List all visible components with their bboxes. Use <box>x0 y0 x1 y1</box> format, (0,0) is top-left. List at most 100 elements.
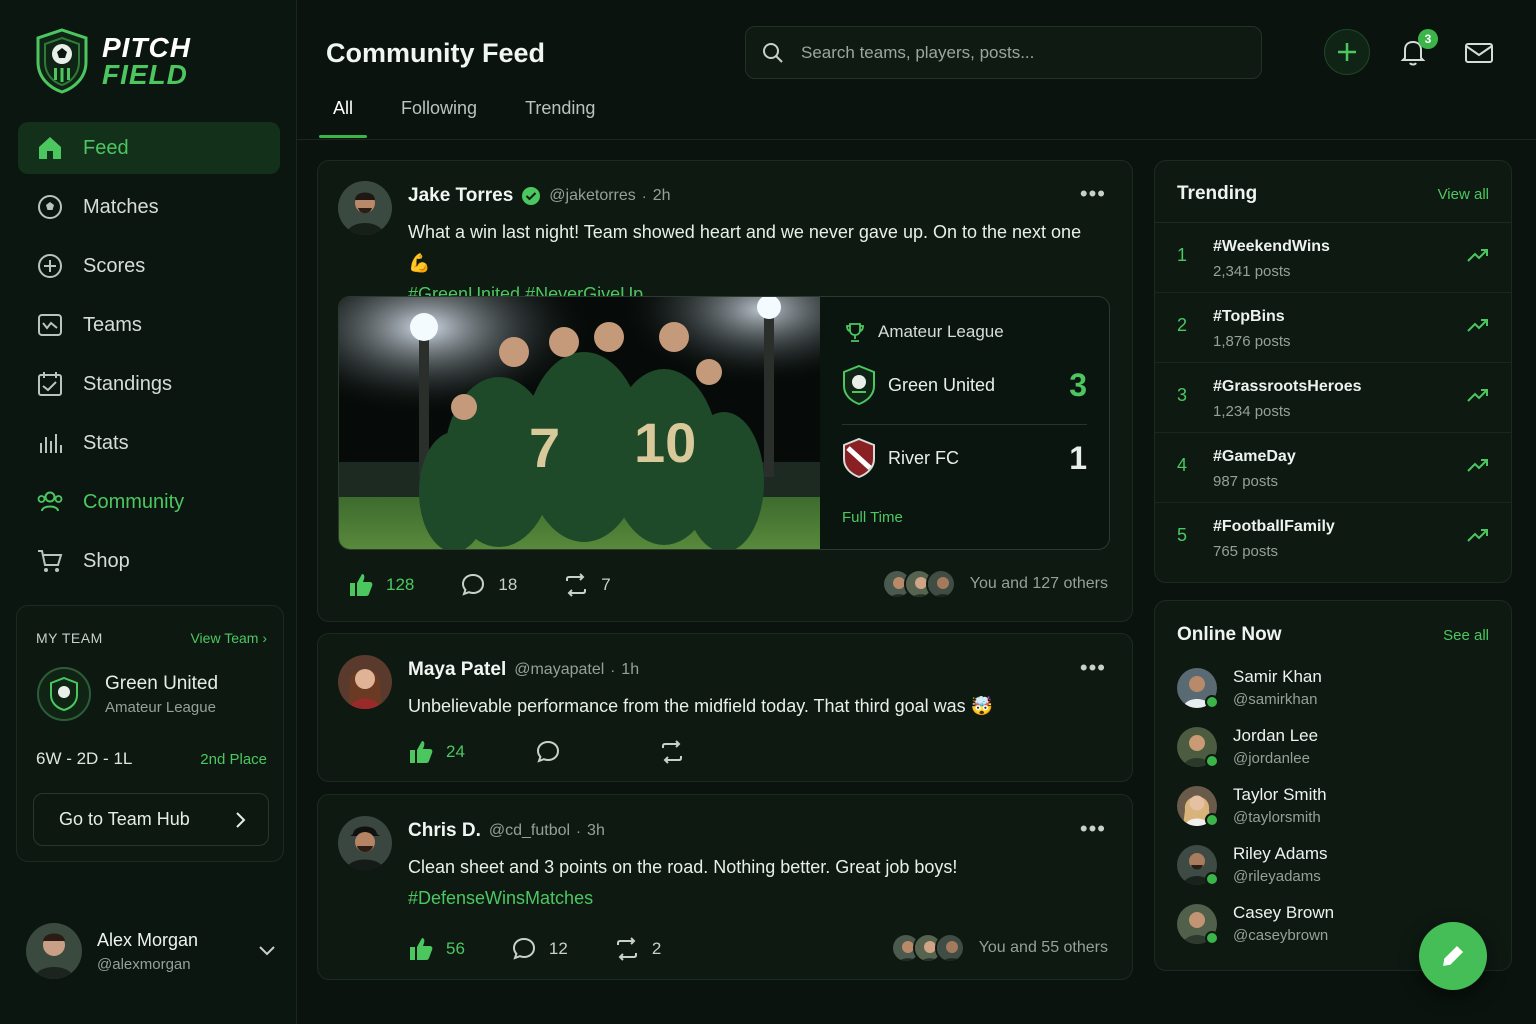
post-card: Maya Patel @mayapatel · 1h ••• Unbelieva… <box>317 633 1133 782</box>
post-author-avatar[interactable] <box>338 655 392 709</box>
post-hashtags[interactable]: #DefenseWinsMatches <box>408 883 1102 914</box>
trending-tag: #TopBins <box>1213 308 1285 325</box>
reactions-text: You and 127 others <box>969 575 1108 592</box>
trending-item[interactable]: 1 #WeekendWins 2,341 posts <box>1155 223 1511 293</box>
main-nav: Feed Matches Scores Teams Standings Stat… <box>18 122 280 594</box>
nav-item-community[interactable]: Community <box>18 476 280 528</box>
online-user[interactable]: Jordan Lee @jordanlee <box>1177 726 1319 768</box>
trending-item[interactable]: 4 #GameDay 987 posts <box>1155 433 1511 503</box>
search-icon <box>763 42 783 63</box>
trending-panel: Trending View all 1 #WeekendWins 2,341 p… <box>1154 160 1512 583</box>
trending-item[interactable]: 5 #FootballFamily 765 posts <box>1155 503 1511 573</box>
repost-button[interactable] <box>659 739 697 765</box>
team-hub-button[interactable]: Go to Team Hub <box>33 793 269 846</box>
reactions-summary[interactable]: You and 55 others <box>890 933 1108 963</box>
post-author-avatar[interactable] <box>338 816 392 870</box>
trending-view-all-link[interactable]: View all <box>1438 186 1489 203</box>
nav-item-feed[interactable]: Feed <box>18 122 280 174</box>
comment-button[interactable]: 12 <box>511 936 568 962</box>
post-author-handle: @mayapatel <box>514 661 605 678</box>
online-user-name: Jordan Lee <box>1233 726 1319 745</box>
tab-all[interactable]: All <box>319 92 368 138</box>
trending-item[interactable]: 3 #GrassrootsHeroes 1,234 posts <box>1155 363 1511 433</box>
nav-item-shop[interactable]: Shop <box>18 535 280 587</box>
shield-logo-icon <box>36 28 88 94</box>
comment-button[interactable]: 18 <box>460 572 517 598</box>
trending-count: 1,234 posts <box>1213 403 1291 420</box>
more-options-button[interactable]: ••• <box>1080 181 1106 207</box>
repost-icon <box>616 937 637 961</box>
compose-post-button[interactable] <box>1419 922 1487 990</box>
nav-label-shop: Shop <box>83 549 130 572</box>
page-title: Community Feed <box>326 38 546 68</box>
online-title: Online Now <box>1177 624 1282 645</box>
reactor-avatar <box>925 569 956 599</box>
user-handle: @alexmorgan <box>97 955 191 973</box>
search-input[interactable] <box>801 42 1241 63</box>
reactions-text: You and 55 others <box>978 939 1108 956</box>
search-bar[interactable] <box>745 26 1262 79</box>
team-hub-label: Go to Team Hub <box>59 809 190 829</box>
trend-up-icon <box>1467 459 1488 472</box>
chevron-down-icon[interactable] <box>258 945 276 957</box>
tab-trending[interactable]: Trending <box>511 92 609 138</box>
trend-up-icon <box>1467 529 1488 542</box>
trending-rank: 4 <box>1177 455 1188 475</box>
nav-item-stats[interactable]: Stats <box>18 417 280 469</box>
post-author-avatar[interactable] <box>338 181 392 235</box>
post-card: Chris D. @cd_futbol · 3h ••• Clean sheet… <box>317 794 1133 980</box>
my-team-panel: MY TEAM View Team › Green United Amateur… <box>16 605 284 862</box>
online-user[interactable]: Samir Khan @samirkhan <box>1177 667 1322 709</box>
nav-item-standings[interactable]: Standings <box>18 358 280 410</box>
like-count: 56 <box>446 939 465 958</box>
online-user-handle: @taylorsmith <box>1233 809 1321 826</box>
online-user[interactable]: Casey Brown @caseybrown <box>1177 903 1334 945</box>
chart-box-icon <box>38 314 62 336</box>
notification-badge: 3 <box>1418 29 1438 49</box>
post-author-name[interactable]: Chris D. <box>408 820 481 842</box>
post-body: Clean sheet and 3 points on the road. No… <box>408 857 958 877</box>
trending-title: Trending <box>1177 183 1258 204</box>
trophy-icon <box>846 323 864 342</box>
like-button[interactable]: 24 <box>408 739 465 765</box>
away-team-name: River FC <box>888 447 959 468</box>
match-result-card[interactable]: 7 10 Amateur League Green United 3 River… <box>338 296 1110 550</box>
thumbs-up-icon <box>410 938 433 960</box>
bar-stats-icon <box>40 434 62 453</box>
like-button[interactable]: 56 <box>408 936 465 962</box>
trending-item[interactable]: 2 #TopBins 1,876 posts <box>1155 293 1511 363</box>
nav-item-matches[interactable]: Matches <box>18 181 280 233</box>
repost-button[interactable]: 2 <box>614 936 661 962</box>
view-team-link[interactable]: View Team › <box>190 630 267 646</box>
home-icon <box>39 137 61 159</box>
online-status-dot <box>1205 931 1219 945</box>
repost-button[interactable]: 7 <box>563 572 611 598</box>
score-panel: Amateur League Green United 3 River FC 1… <box>820 297 1109 549</box>
nav-item-scores[interactable]: Scores <box>18 240 280 292</box>
post-author-name[interactable]: Maya Patel <box>408 659 506 681</box>
feed-tabs: All Following Trending <box>319 92 629 138</box>
svg-text:10: 10 <box>634 411 696 474</box>
thumbs-up-icon <box>410 741 433 763</box>
online-see-all-link[interactable]: See all <box>1443 627 1489 644</box>
online-user[interactable]: Taylor Smith @taylorsmith <box>1177 785 1327 827</box>
nav-item-teams[interactable]: Teams <box>18 299 280 351</box>
more-options-button[interactable]: ••• <box>1080 655 1106 681</box>
mail-icon[interactable] <box>1463 38 1495 68</box>
away-team-score: 1 <box>1069 439 1087 476</box>
comment-button[interactable] <box>535 739 573 765</box>
create-button[interactable] <box>1324 29 1370 75</box>
tab-following[interactable]: Following <box>387 92 491 138</box>
match-status: Full Time <box>842 509 903 526</box>
trending-count: 1,876 posts <box>1213 333 1291 350</box>
trending-rank: 1 <box>1177 245 1188 265</box>
trend-up-icon <box>1467 389 1488 402</box>
user-profile[interactable]: Alex Morgan @alexmorgan <box>26 923 276 979</box>
more-options-button[interactable]: ••• <box>1080 816 1106 842</box>
brand-logo[interactable]: PITCH FIELD <box>34 28 191 94</box>
reactions-summary[interactable]: You and 127 others <box>881 569 1108 599</box>
like-button[interactable]: 128 <box>348 572 414 598</box>
post-author-handle: @cd_futbol <box>488 822 571 839</box>
post-author-name[interactable]: Jake Torres <box>408 185 513 207</box>
online-user[interactable]: Riley Adams @rileyadams <box>1177 844 1327 886</box>
